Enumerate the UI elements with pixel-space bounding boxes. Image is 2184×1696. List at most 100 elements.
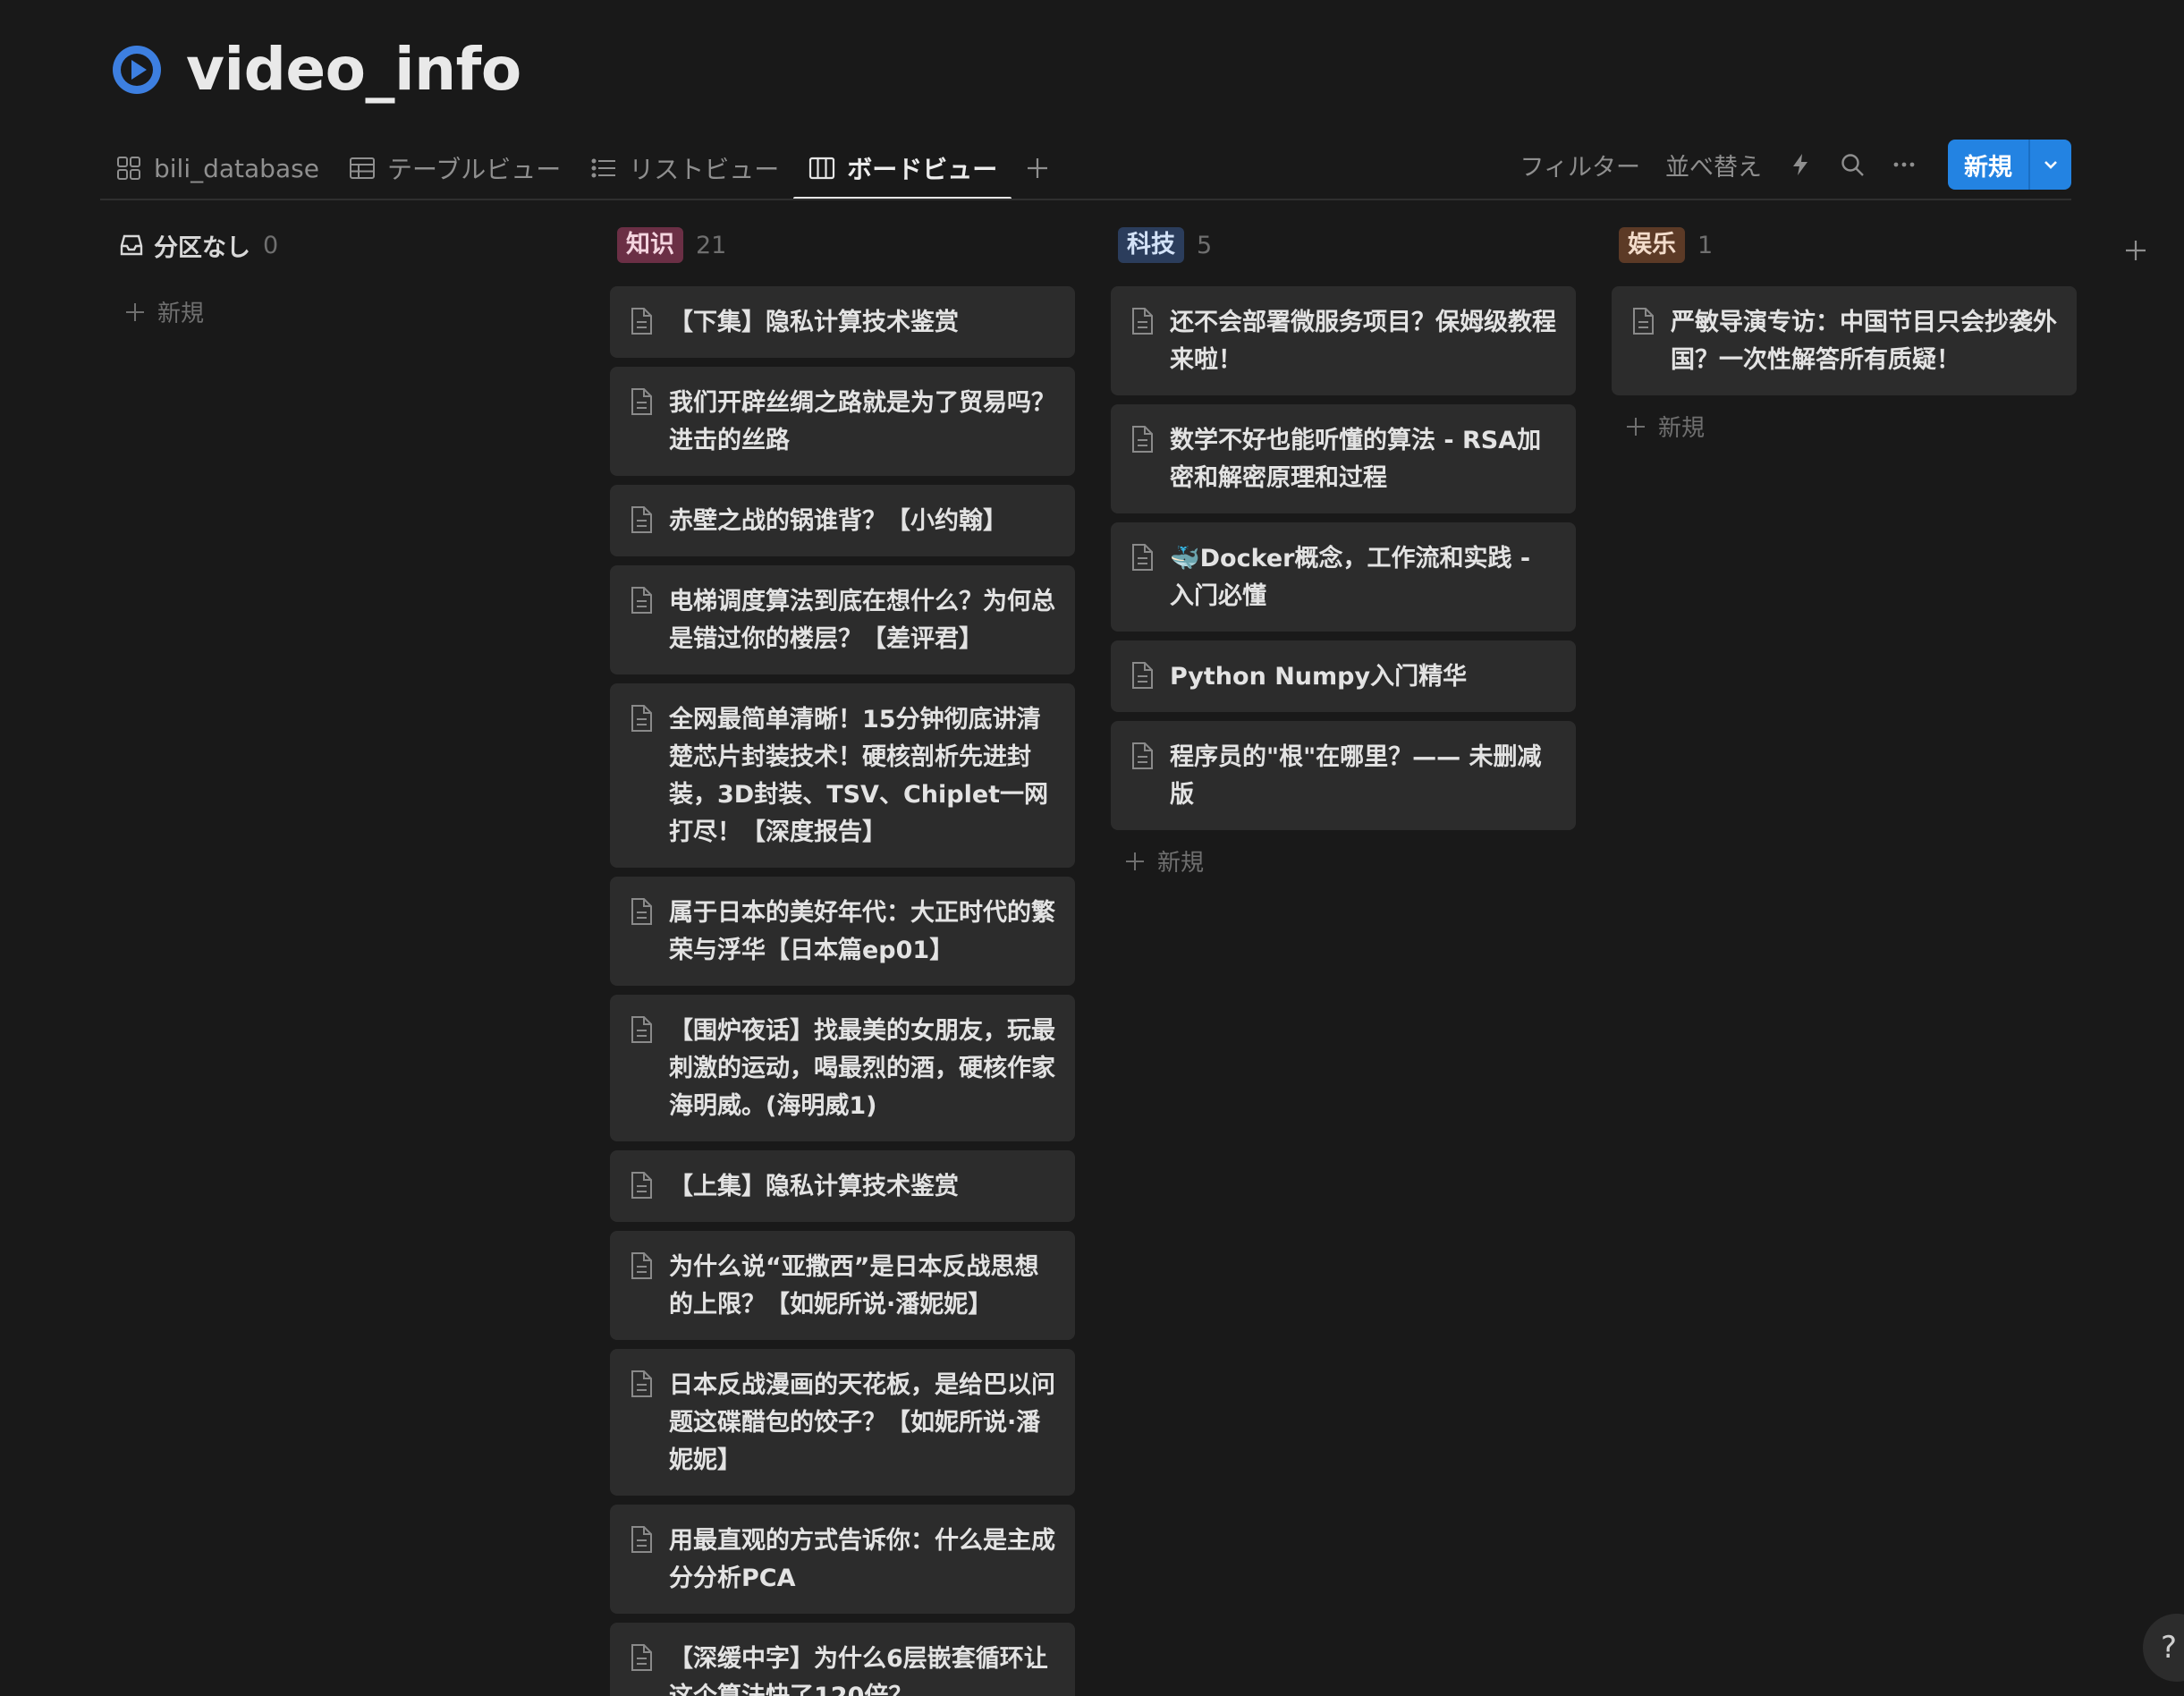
add-card-button[interactable]: 新規	[111, 281, 576, 343]
board-card[interactable]: 还不会部署微服务项目？保姆级教程来啦！	[1111, 286, 1576, 395]
grid-icon	[117, 157, 140, 180]
column-header[interactable]: 知识 21	[610, 222, 1075, 268]
card-title: 全网最简单清晰！15分钟彻底讲清楚芯片封装技术！硬核剖析先进封装，3D封装、TS…	[669, 706, 1049, 846]
board-card[interactable]: 用最直观的方式告诉你：什么是主成分分析PCA	[610, 1505, 1075, 1614]
group-count: 5	[1197, 231, 1213, 259]
tab-label: bili_database	[154, 153, 319, 183]
card-list: 还不会部署微服务项目？保姆级教程来啦！ 数学不好也能听懂的算法 - RSA加密和解…	[1111, 286, 1576, 830]
page-icon	[1132, 426, 1153, 453]
tab-label: テーブルビュー	[386, 155, 562, 184]
board: 分区なし 0 新規 知识 21 【下集】隐私计算技术鉴赏我们开辟丝绸之路就是为了…	[111, 222, 2184, 1696]
view-tabs: bili_database テーブルビュー リストビュー ボードビュー	[100, 138, 1063, 200]
plus-icon	[2126, 241, 2146, 260]
board-card[interactable]: 【围炉夜话】找最美的女朋友，玩最刺激的运动，喝最烈的酒，硬核作家海明威。(海明威…	[610, 995, 1075, 1141]
board-card[interactable]: 日本反战漫画的天花板，是给巴以问题这碟醋包的饺子？【如妮所说·潘妮妮】	[610, 1349, 1075, 1496]
card-title: 程序员的"根"在哪里？—— 未删减版	[1170, 743, 1542, 809]
add-card-label: 新規	[1157, 850, 1205, 877]
group-count: 21	[696, 231, 727, 259]
add-card-button[interactable]: 新規	[1111, 830, 1576, 892]
card-title: 用最直观的方式告诉你：什么是主成分分析PCA	[669, 1527, 1055, 1592]
add-view-button[interactable]	[1012, 138, 1063, 199]
column-header[interactable]: 娱乐 1	[1612, 222, 2077, 268]
inbox-icon	[120, 234, 143, 256]
page-icon	[1132, 662, 1153, 689]
page-icon	[631, 1644, 652, 1671]
card-title: 【上集】隐私计算技术鉴赏	[669, 1173, 959, 1200]
automation-button[interactable]	[1774, 140, 1826, 190]
board-column-entertainment: 娱乐 1 严敏导演专访：中国节目只会抄袭外国？一次性解答所有质疑！ 新規	[1612, 222, 2077, 457]
board-card[interactable]: Python Numpy入门精华	[1111, 640, 1576, 712]
board-column-knowledge: 知识 21 【下集】隐私计算技术鉴赏我们开辟丝绸之路就是为了贸易吗？进击的丝路赤…	[610, 222, 1075, 1696]
board-card[interactable]: 严敏导演专访：中国节目只会抄袭外国？一次性解答所有质疑！	[1612, 286, 2077, 395]
board-card[interactable]: 电梯调度算法到底在想什么？为何总是错过你的楼层？【差评君】	[610, 565, 1075, 674]
board-card[interactable]: 数学不好也能听懂的算法 - RSA加密和解密原理和过程	[1111, 404, 1576, 513]
card-title: 属于日本的美好年代：大正时代的繁荣与浮华【日本篇ep01】	[669, 899, 1055, 964]
more-horizontal-icon	[1893, 162, 1915, 167]
card-title: 我们开辟丝绸之路就是为了贸易吗？进击的丝路	[669, 389, 1055, 454]
page-icon	[631, 587, 652, 614]
group-count: 1	[1697, 231, 1714, 259]
card-title: 【围炉夜话】找最美的女朋友，玩最刺激的运动，喝最烈的酒，硬核作家海明威。(海明威…	[669, 1017, 1055, 1120]
tab-label: ボードビュー	[847, 155, 998, 184]
card-title: 【下集】隐私计算技术鉴赏	[669, 309, 959, 336]
card-title: 数学不好也能听懂的算法 - RSA加密和解密原理和过程	[1170, 427, 1542, 492]
page-title[interactable]: video_info	[186, 34, 521, 106]
sort-button[interactable]: 並べ替え	[1653, 148, 1774, 182]
card-title: 电梯调度算法到底在想什么？为何总是错过你的楼层？【差评君】	[669, 588, 1055, 653]
card-title: Python Numpy入门精华	[1170, 663, 1468, 691]
tab-list-view[interactable]: リストビュー	[575, 138, 793, 199]
group-tag: 娱乐	[1619, 227, 1685, 263]
board-card[interactable]: 【下集】隐私计算技术鉴赏	[610, 286, 1075, 358]
page-icon	[631, 388, 652, 415]
board-card[interactable]: 【深缓中字】为什么6层嵌套循环让这个算法快了120倍？	[610, 1623, 1075, 1696]
card-list: 【下集】隐私计算技术鉴赏我们开辟丝绸之路就是为了贸易吗？进击的丝路赤壁之战的锅谁…	[610, 286, 1075, 1696]
page-header: video_info	[111, 34, 521, 106]
search-icon	[1841, 154, 1864, 176]
column-header[interactable]: 分区なし 0	[111, 222, 576, 268]
card-title: 日本反战漫画的天花板，是给巴以问题这碟醋包的饺子？【如妮所说·潘妮妮】	[669, 1371, 1055, 1474]
card-title: 还不会部署微服务项目？保姆级教程来啦！	[1170, 309, 1556, 374]
search-button[interactable]	[1826, 140, 1878, 190]
add-card-button[interactable]: 新規	[1612, 395, 2077, 457]
page-icon	[631, 1252, 652, 1279]
card-title: 为什么说“亚撒西”是日本反战思想的上限？【如妮所说·潘妮妮】	[669, 1253, 1039, 1319]
page-icon	[1633, 308, 1654, 335]
board-card[interactable]: 属于日本的美好年代：大正时代的繁荣与浮华【日本篇ep01】	[610, 877, 1075, 986]
column-header[interactable]: 科技 5	[1111, 222, 1576, 268]
more-options-button[interactable]	[1878, 140, 1930, 190]
add-group-button[interactable]	[2118, 233, 2154, 268]
group-tag: 科技	[1118, 227, 1184, 263]
page-icon	[631, 1526, 652, 1553]
page-icon	[1132, 544, 1153, 571]
new-button-group: 新規	[1948, 140, 2071, 190]
group-label: 分区なし	[118, 228, 250, 263]
board-card[interactable]: 程序员的"根"在哪里？—— 未删减版	[1111, 721, 1576, 830]
tab-bili-database[interactable]: bili_database	[100, 138, 334, 199]
filter-button[interactable]: フィルター	[1508, 148, 1653, 182]
card-title: 【深缓中字】为什么6层嵌套循环让这个算法快了120倍？	[669, 1645, 1048, 1696]
tab-board-view[interactable]: ボードビュー	[793, 138, 1012, 200]
board-card[interactable]: 全网最简单清晰！15分钟彻底讲清楚芯片封装技术！硬核剖析先进封装，3D封装、TS…	[610, 683, 1075, 868]
new-dropdown-button[interactable]	[2028, 140, 2071, 190]
board-card[interactable]: 🐳Docker概念，工作流和实践 - 入门必懂	[1111, 522, 1576, 632]
card-title: 严敏导演专访：中国节目只会抄袭外国？一次性解答所有质疑！	[1671, 309, 2057, 374]
new-button[interactable]: 新規	[1948, 140, 2028, 190]
plus-icon	[1627, 417, 1645, 436]
board-card[interactable]: 赤壁之战的锅谁背？【小约翰】	[610, 485, 1075, 556]
plus-icon	[1028, 158, 1048, 178]
tab-table-view[interactable]: テーブルビュー	[334, 138, 575, 199]
card-title: 🐳Docker概念，工作流和实践 - 入门必懂	[1170, 545, 1531, 610]
page-icon	[631, 898, 652, 925]
board-card[interactable]: 【上集】隐私计算技术鉴赏	[610, 1150, 1075, 1222]
tabs-divider	[100, 199, 2071, 200]
page-icon	[631, 1370, 652, 1397]
chevron-down-icon	[2044, 161, 2057, 169]
page-icon	[631, 506, 652, 533]
board-card[interactable]: 我们开辟丝绸之路就是为了贸易吗？进击的丝路	[610, 367, 1075, 476]
lightning-icon	[1793, 154, 1807, 175]
board-card[interactable]: 为什么说“亚撒西”是日本反战思想的上限？【如妮所说·潘妮妮】	[610, 1231, 1075, 1340]
play-circle-icon[interactable]	[111, 44, 163, 96]
list-icon	[591, 158, 616, 178]
add-card-label: 新規	[157, 301, 205, 327]
group-tag: 知识	[617, 227, 683, 263]
